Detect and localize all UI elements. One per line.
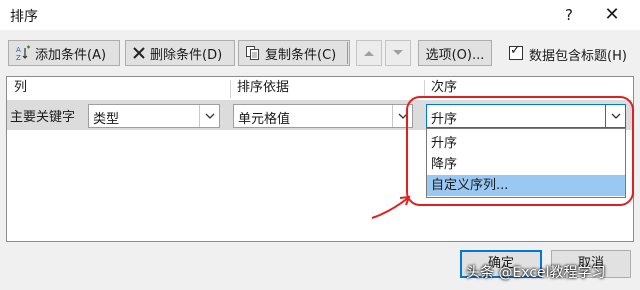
- svg-text:Z: Z: [16, 54, 21, 61]
- options-label: 选项(O)...: [425, 47, 485, 63]
- annotation-arrow-icon: [371, 195, 411, 219]
- delete-condition-label: 删除条件(D): [150, 47, 223, 63]
- options-button[interactable]: 选项(O)...: [418, 40, 492, 66]
- dialog-title: 排序: [10, 9, 38, 25]
- delete-icon: [132, 46, 146, 60]
- move-up-icon: [364, 51, 374, 56]
- watermark: 头条 @Excel教程学习: [466, 265, 606, 281]
- chevron-down-icon[interactable]: [199, 105, 219, 127]
- delete-condition-button[interactable]: 删除条件(D): [125, 40, 235, 66]
- add-condition-button[interactable]: A Z 添加条件(A): [8, 40, 120, 66]
- move-down-button[interactable]: [385, 40, 411, 66]
- column-header-column: 列: [14, 80, 28, 95]
- annotation-highlight: [406, 96, 634, 206]
- sort-on-select[interactable]: 单元格值: [233, 104, 413, 128]
- column-select[interactable]: 类型: [88, 104, 220, 128]
- column-header-sort-on: 排序依据: [237, 80, 290, 95]
- copy-condition-button[interactable]: 复制条件(C): [238, 40, 350, 66]
- move-up-button[interactable]: [356, 40, 382, 66]
- copy-icon: [245, 45, 261, 61]
- help-button[interactable]: ?: [554, 4, 584, 26]
- copy-condition-label: 复制条件(C): [265, 47, 337, 63]
- add-condition-label: 添加条件(A): [35, 47, 107, 63]
- toolbar-separator: [347, 42, 348, 64]
- column-select-value: 类型: [93, 112, 120, 127]
- move-down-icon: [393, 50, 403, 55]
- add-condition-icon: A Z: [15, 45, 31, 61]
- close-button[interactable]: ✕: [597, 4, 627, 26]
- checkmark-icon: ✓: [510, 43, 521, 58]
- header-checkbox-label[interactable]: 数据包含标题(H): [529, 45, 627, 64]
- title-bar: [0, 0, 640, 30]
- svg-text:A: A: [16, 46, 21, 54]
- sort-on-select-value: 单元格值: [238, 112, 291, 127]
- primary-key-label: 主要关键字: [10, 110, 76, 125]
